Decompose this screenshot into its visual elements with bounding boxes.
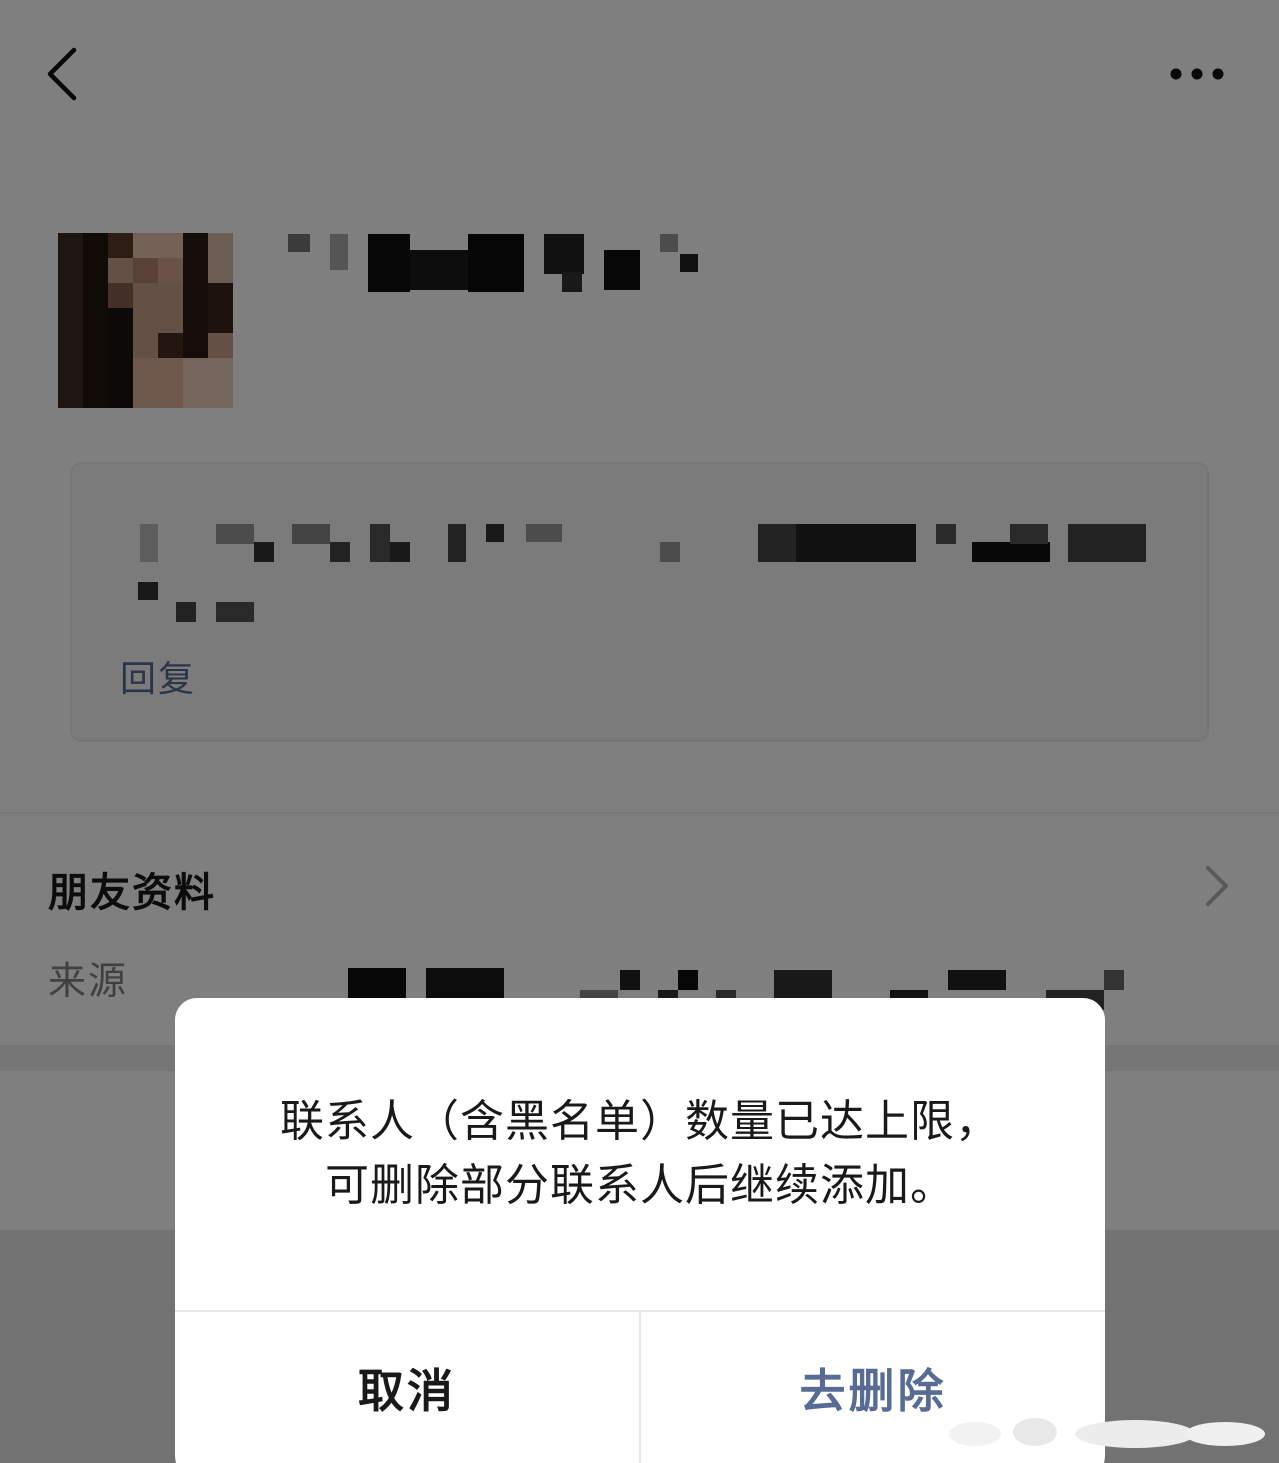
contact-profile-page: 回复 朋友资料 来源 联系人（含黑名单）数量已达上限， 可删除部分 bbox=[0, 0, 1279, 1463]
blurred-watermark bbox=[949, 1418, 1265, 1448]
dialog-message-line-2: 可删除部分联系人后继续添加。 bbox=[325, 1160, 955, 1211]
limit-reached-dialog: 联系人（含黑名单）数量已达上限， 可删除部分联系人后继续添加。 取消 去删除 bbox=[175, 998, 1105, 1463]
dialog-message: 联系人（含黑名单）数量已达上限， 可删除部分联系人后继续添加。 bbox=[175, 1090, 1105, 1218]
dialog-message-line-1: 联系人（含黑名单）数量已达上限， bbox=[280, 1096, 1000, 1147]
cancel-button[interactable]: 取消 bbox=[175, 1312, 639, 1463]
watermark-redaction bbox=[945, 1408, 1270, 1456]
